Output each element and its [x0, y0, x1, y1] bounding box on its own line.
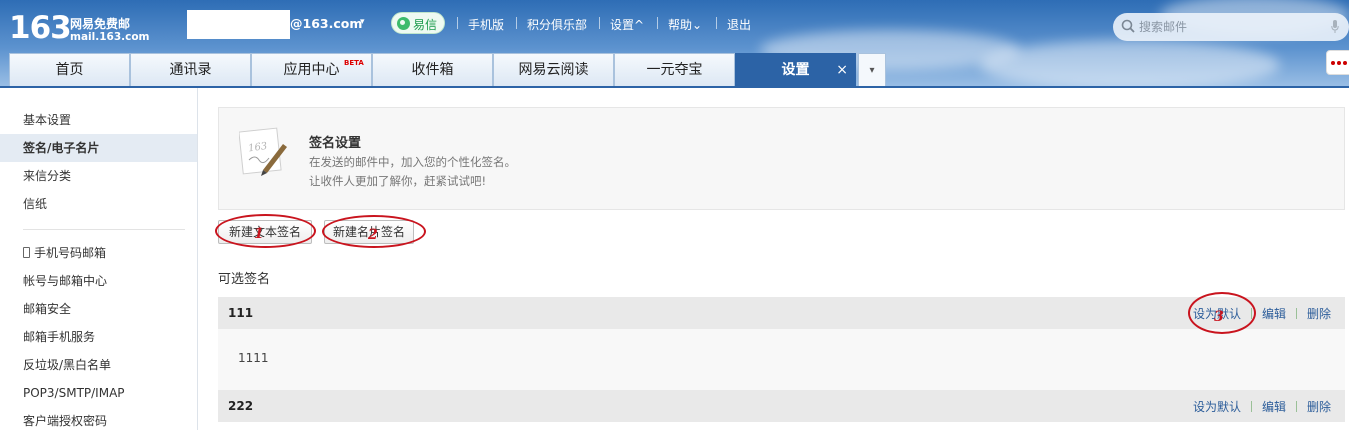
close-icon[interactable]: × [836, 54, 848, 87]
signature-name: 222 [228, 399, 254, 413]
sidebar-item-label: 邮箱安全 [23, 302, 72, 316]
sidebar-item-label: 信纸 [23, 197, 48, 211]
logo-name: 网易免费邮 [70, 17, 131, 31]
tab-label: 设置 [781, 62, 810, 78]
account-name-redacted[interactable] [187, 10, 290, 39]
tab-contacts[interactable]: 通讯录 [130, 53, 251, 86]
logo-number: 163 [9, 10, 72, 46]
search-input[interactable] [1139, 17, 1319, 37]
tab-one-yuan[interactable]: 一元夺宝 [614, 53, 735, 86]
account-dropdown-icon[interactable]: ▾ [360, 17, 365, 27]
signature-header: 222 设为默认 编辑 删除 [218, 390, 1345, 422]
sidebar-item-label: 客户端授权密码 [23, 414, 108, 428]
signature-actions: 设为默认 编辑 删除 [1193, 398, 1331, 415]
beta-badge: BETA [344, 59, 364, 67]
microphone-icon[interactable] [1331, 20, 1339, 34]
signature-pen-icon: 163 [239, 127, 287, 176]
sidebar-item-label: POP3/SMTP/IMAP [23, 386, 125, 400]
annotation-number: 3 [1214, 309, 1224, 325]
sidebar-item-label: 邮箱手机服务 [23, 330, 96, 344]
sidebar-item-label: 反垃圾/黑白名单 [23, 358, 112, 372]
intro-description: 在发送的邮件中，加入您的个性化签名。 [309, 155, 516, 169]
delete-link[interactable]: 删除 [1307, 400, 1331, 414]
signature-header: 111 设为默认 编辑 删除 [218, 297, 1345, 329]
tab-label: 应用中心 [283, 62, 340, 78]
available-signatures-title: 可选签名 [218, 272, 271, 287]
sidebar-item-label: 基本设置 [23, 113, 72, 127]
action-divider [1250, 401, 1252, 412]
sidebar-divider [23, 229, 185, 230]
signature-name: 111 [228, 306, 254, 320]
tab-inbox[interactable]: 收件箱 [372, 53, 493, 86]
topbar-divider [599, 17, 600, 29]
sidebar-item-pop3-smtp-imap[interactable]: POP3/SMTP/IMAP [0, 379, 197, 407]
intro-title: 签名设置 [309, 136, 362, 151]
tab-label: 网易云阅读 [518, 62, 589, 78]
main-content: 163 签名设置 在发送的邮件中，加入您的个性化签名。 让收件人更加了解你，赶紧… [198, 88, 1349, 430]
signature-intro-panel: 163 签名设置 在发送的邮件中，加入您的个性化签名。 让收件人更加了解你，赶紧… [218, 107, 1345, 210]
sidebar-item-label: 手机号码邮箱 [34, 246, 107, 260]
sidebar-item-label: 来信分类 [23, 169, 72, 183]
settings-sidebar: 基本设置 签名/电子名片 来信分类 信纸 手机号码邮箱 帐号与邮箱中心 邮箱安全… [0, 88, 198, 430]
topbar-divider [657, 17, 658, 29]
action-divider [1295, 308, 1297, 319]
yixin-button[interactable]: 易信 [391, 12, 445, 34]
intro-description: 让收件人更加了解你，赶紧试试吧! [309, 174, 487, 188]
new-text-signature-button[interactable]: 新建文本签名 [218, 220, 312, 244]
sidebar-item-mobile-service[interactable]: 邮箱手机服务 [0, 323, 197, 351]
sidebar-item-client-auth-password[interactable]: 客户端授权密码 [0, 407, 197, 435]
chevron-down-icon: ▾ [869, 65, 875, 76]
yixin-icon [397, 17, 410, 30]
topbar-link-mobile[interactable]: 手机版 [468, 16, 504, 33]
more-dots-icon [1343, 61, 1347, 65]
tab-settings[interactable]: 设置 × [735, 53, 856, 86]
tab-app-center[interactable]: 应用中心 BETA [251, 53, 372, 86]
header: 163 网易免费邮 mail.163.com @163.com ▾ 易信 手机版… [0, 0, 1349, 88]
account-domain[interactable]: @163.com [290, 16, 362, 31]
delete-link[interactable]: 删除 [1307, 307, 1331, 321]
sidebar-item-antispam[interactable]: 反垃圾/黑白名单 [0, 351, 197, 379]
sidebar-item-phone-mailbox[interactable]: 手机号码邮箱 [0, 239, 197, 267]
annotation-number: 1 [254, 226, 264, 242]
topbar-link-help[interactable]: 帮助⌄ [668, 16, 702, 33]
search-icon[interactable] [1121, 19, 1135, 33]
logo-url: mail.163.com [70, 31, 150, 43]
action-divider [1295, 401, 1297, 412]
tab-label: 通讯录 [169, 62, 212, 78]
sidebar-item-account-center[interactable]: 帐号与邮箱中心 [0, 267, 197, 295]
sidebar-item-basic-settings[interactable]: 基本设置 [0, 106, 197, 134]
topbar-link-points-club[interactable]: 积分俱乐部 [527, 16, 587, 33]
sidebar-item-label: 签名/电子名片 [23, 141, 100, 155]
action-divider [1250, 308, 1252, 319]
sidebar-item-signature[interactable]: 签名/电子名片 [0, 134, 197, 162]
sidebar-item-mail-filters[interactable]: 来信分类 [0, 162, 197, 190]
topbar-divider [457, 17, 458, 29]
tab-label: 收件箱 [411, 62, 454, 78]
topbar-divider [516, 17, 517, 29]
phone-icon [23, 247, 30, 258]
tab-home[interactable]: 首页 [9, 53, 130, 86]
tab-more-dropdown[interactable]: ▾ [858, 53, 886, 86]
tab-label: 首页 [55, 62, 84, 78]
signature-body: 1111 [218, 329, 1345, 390]
annotation-number: 2 [368, 227, 378, 243]
sidebar-item-mailbox-security[interactable]: 邮箱安全 [0, 295, 197, 323]
header-cloud-decoration [980, 40, 1280, 88]
search-box[interactable] [1113, 13, 1349, 41]
tab-label: 一元夺宝 [646, 62, 703, 78]
edit-link[interactable]: 编辑 [1262, 307, 1286, 321]
sidebar-item-label: 帐号与邮箱中心 [23, 274, 108, 288]
tab-netease-reader[interactable]: 网易云阅读 [493, 53, 614, 86]
signature-content: 1111 [238, 351, 269, 365]
topbar-link-logout[interactable]: 退出 [727, 16, 751, 33]
set-default-link[interactable]: 设为默认 [1193, 400, 1241, 414]
topbar-link-settings[interactable]: 设置^ [610, 16, 644, 33]
more-options-button[interactable] [1326, 50, 1349, 75]
more-dots-icon [1337, 61, 1341, 65]
sidebar-item-stationery[interactable]: 信纸 [0, 190, 197, 218]
edit-link[interactable]: 编辑 [1262, 400, 1286, 414]
more-dots-icon [1331, 61, 1335, 65]
topbar-divider [716, 17, 717, 29]
yixin-label: 易信 [413, 18, 438, 32]
